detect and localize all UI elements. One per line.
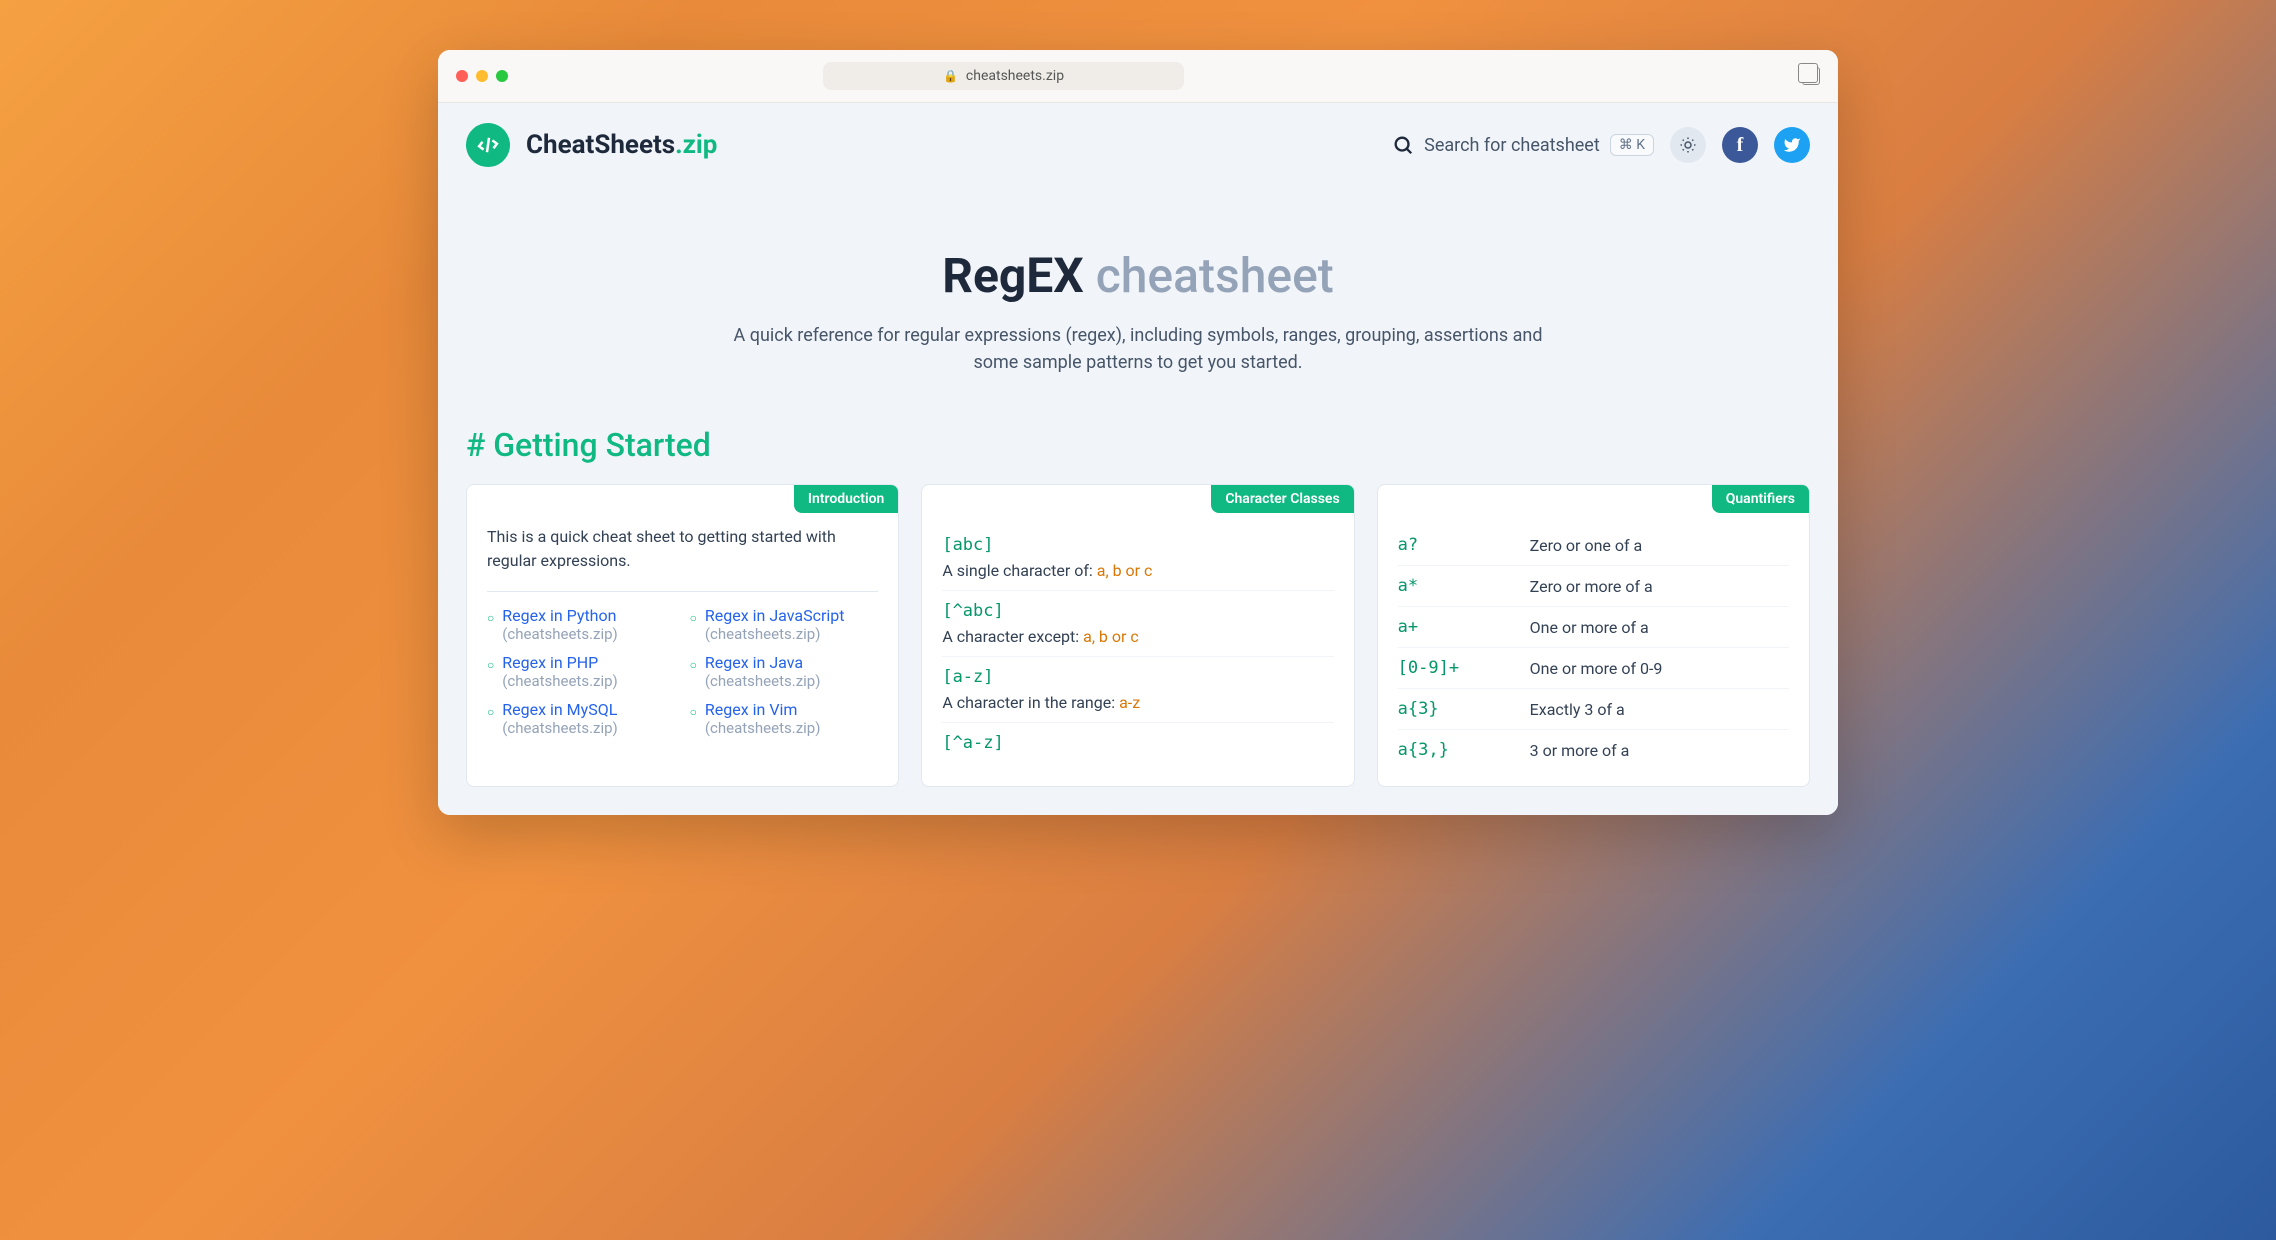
pattern-code: [^abc] [942,601,1333,621]
link-source: (cheatsheets.zip) [705,719,821,737]
brand-main: CheatSheets [526,130,675,160]
quantifier-desc: Zero or one of a [1530,536,1789,555]
search-shortcut: ⌘ K [1610,134,1654,156]
hero-description: A quick reference for regular expression… [728,322,1548,376]
browser-chrome: 🔒 cheatsheets.zip [438,50,1838,103]
search-placeholder: Search for cheatsheet [1424,135,1600,156]
tabs-icon [1802,67,1820,85]
bullet-icon: ○ [690,705,697,719]
card-badge[interactable]: Introduction [794,485,898,513]
card-introduction: Introduction This is a quick cheat sheet… [466,484,899,787]
link-label: Regex in Java [705,653,803,672]
quantifier-desc: 3 or more of a [1530,741,1789,760]
card-badge[interactable]: Character Classes [1211,485,1353,513]
hero-title-strong: RegEX [942,247,1084,304]
link-grid: ○ Regex in Python (cheatsheets.zip) ○ Re… [487,606,878,737]
url-bar[interactable]: 🔒 cheatsheets.zip [823,62,1184,90]
url-text: cheatsheets.zip [966,68,1064,84]
browser-window: 🔒 cheatsheets.zip CheatSheets.zip Search… [438,50,1838,815]
section-title[interactable]: # Getting Started [466,426,1810,464]
hero-title: RegEX cheatsheet [478,247,1798,304]
link-label: Regex in MySQL [502,700,617,719]
quantifier-desc: Exactly 3 of a [1530,700,1789,719]
link-item[interactable]: ○ Regex in Java (cheatsheets.zip) [690,653,879,690]
maximize-window-button[interactable] [496,70,508,82]
bullet-icon: ○ [487,658,494,672]
logo-icon [474,131,501,158]
bullet-icon: ○ [690,658,697,672]
link-source: (cheatsheets.zip) [502,672,618,690]
pattern-code: [a-z] [942,667,1333,687]
link-item[interactable]: ○ Regex in MySQL (cheatsheets.zip) [487,700,676,737]
quantifier-row: a+ One or more of a [1398,607,1789,648]
site-title[interactable]: CheatSheets.zip [526,130,717,160]
quantifier-row: [0-9]+ One or more of 0-9 [1398,648,1789,689]
sun-icon [1679,136,1697,154]
quantifier-code: a{3} [1398,699,1518,719]
pattern-desc: A single character of: a, b or c [942,561,1333,580]
quantifier-code: [0-9]+ [1398,658,1518,678]
brand-ext: .zip [675,130,717,160]
link-item[interactable]: ○ Regex in JavaScript (cheatsheets.zip) [690,606,879,643]
link-source: (cheatsheets.zip) [705,625,845,643]
pattern-row: [a-z] A character in the range: a-z [942,657,1333,723]
traffic-lights [456,70,508,82]
link-item[interactable]: ○ Regex in PHP (cheatsheets.zip) [487,653,676,690]
link-item[interactable]: ○ Regex in Vim (cheatsheets.zip) [690,700,879,737]
link-source: (cheatsheets.zip) [502,625,618,643]
intro-text: This is a quick cheat sheet to getting s… [487,525,878,592]
pattern-row: [abc] A single character of: a, b or c [942,525,1333,591]
quantifier-desc: Zero or more of a [1530,577,1789,596]
minimize-window-button[interactable] [476,70,488,82]
logo-badge[interactable] [463,120,513,170]
link-source: (cheatsheets.zip) [502,719,618,737]
link-label: Regex in Vim [705,700,798,719]
pattern-desc: A character in the range: a-z [942,693,1333,712]
search-trigger[interactable]: Search for cheatsheet ⌘ K [1392,134,1654,156]
bullet-icon: ○ [690,611,697,625]
pattern-row: [^abc] A character except: a, b or c [942,591,1333,657]
close-window-button[interactable] [456,70,468,82]
theme-toggle-button[interactable] [1670,127,1706,163]
section-header: # Getting Started [438,416,1838,484]
card-quantifiers: Quantifiers a? Zero or one of a a* Zero … [1377,484,1810,787]
link-item[interactable]: ○ Regex in Python (cheatsheets.zip) [487,606,676,643]
quantifier-row: a* Zero or more of a [1398,566,1789,607]
quantifier-row: a{3} Exactly 3 of a [1398,689,1789,730]
quantifier-desc: One or more of a [1530,618,1789,637]
quantifier-code: a+ [1398,617,1518,637]
quantifier-row: a{3,} 3 or more of a [1398,730,1789,770]
lock-icon: 🔒 [943,69,958,83]
quantifier-row: a? Zero or one of a [1398,525,1789,566]
link-label: Regex in PHP [502,653,598,672]
hero-title-muted: cheatsheet [1096,247,1334,304]
facebook-button[interactable]: f [1722,127,1758,163]
quantifier-code: a* [1398,576,1518,596]
quantifier-code: a? [1398,535,1518,555]
pattern-desc: A character except: a, b or c [942,627,1333,646]
link-source: (cheatsheets.zip) [705,672,821,690]
quantifier-code: a{3,} [1398,740,1518,760]
tabs-button[interactable] [1802,67,1820,85]
pattern-code: [^a-z] [942,733,1333,753]
link-label: Regex in JavaScript [705,606,845,625]
site-header: CheatSheets.zip Search for cheatsheet ⌘ … [438,103,1838,187]
quantifier-desc: One or more of 0-9 [1530,659,1789,678]
twitter-button[interactable] [1774,127,1810,163]
facebook-icon: f [1737,134,1744,157]
twitter-icon [1783,136,1801,154]
pattern-code: [abc] [942,535,1333,555]
link-label: Regex in Python [502,606,616,625]
card-badge[interactable]: Quantifiers [1712,485,1809,513]
page-content: CheatSheets.zip Search for cheatsheet ⌘ … [438,103,1838,815]
hero: RegEX cheatsheet A quick reference for r… [438,187,1838,416]
bullet-icon: ○ [487,705,494,719]
search-icon [1392,134,1414,156]
bullet-icon: ○ [487,611,494,625]
card-character-classes: Character Classes [abc] A single charact… [921,484,1354,787]
cards-grid: Introduction This is a quick cheat sheet… [438,484,1838,815]
pattern-row: [^a-z] [942,723,1333,763]
